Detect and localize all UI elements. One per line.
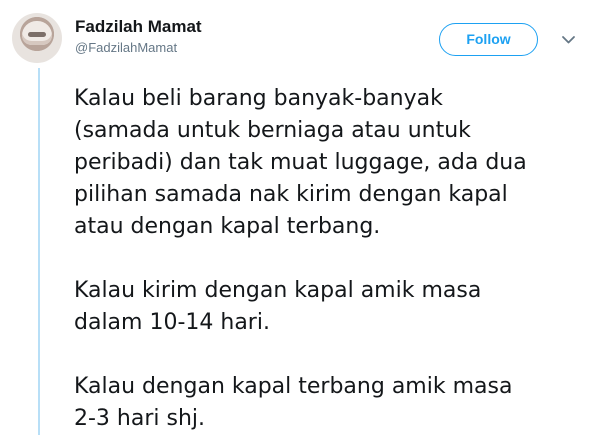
tweet-text: Kalau beli barang banyak-banyak (samada … — [74, 83, 579, 435]
tweet-paragraph: Kalau kirim dengan kapal amik masa dalam… — [74, 278, 482, 335]
author-display-name[interactable]: Fadzilah Mamat — [75, 17, 202, 37]
author-avatar[interactable] — [12, 13, 62, 63]
author-handle[interactable]: @FadzilahMamat — [75, 40, 177, 56]
tweet-paragraph: Kalau beli barang banyak-banyak (samada … — [74, 86, 527, 239]
chevron-down-icon[interactable] — [561, 34, 576, 46]
tweet-paragraph: Kalau dengan kapal terbang amik masa 2-3… — [74, 374, 513, 431]
follow-button[interactable]: Follow — [439, 23, 538, 56]
thread-line — [38, 68, 40, 435]
